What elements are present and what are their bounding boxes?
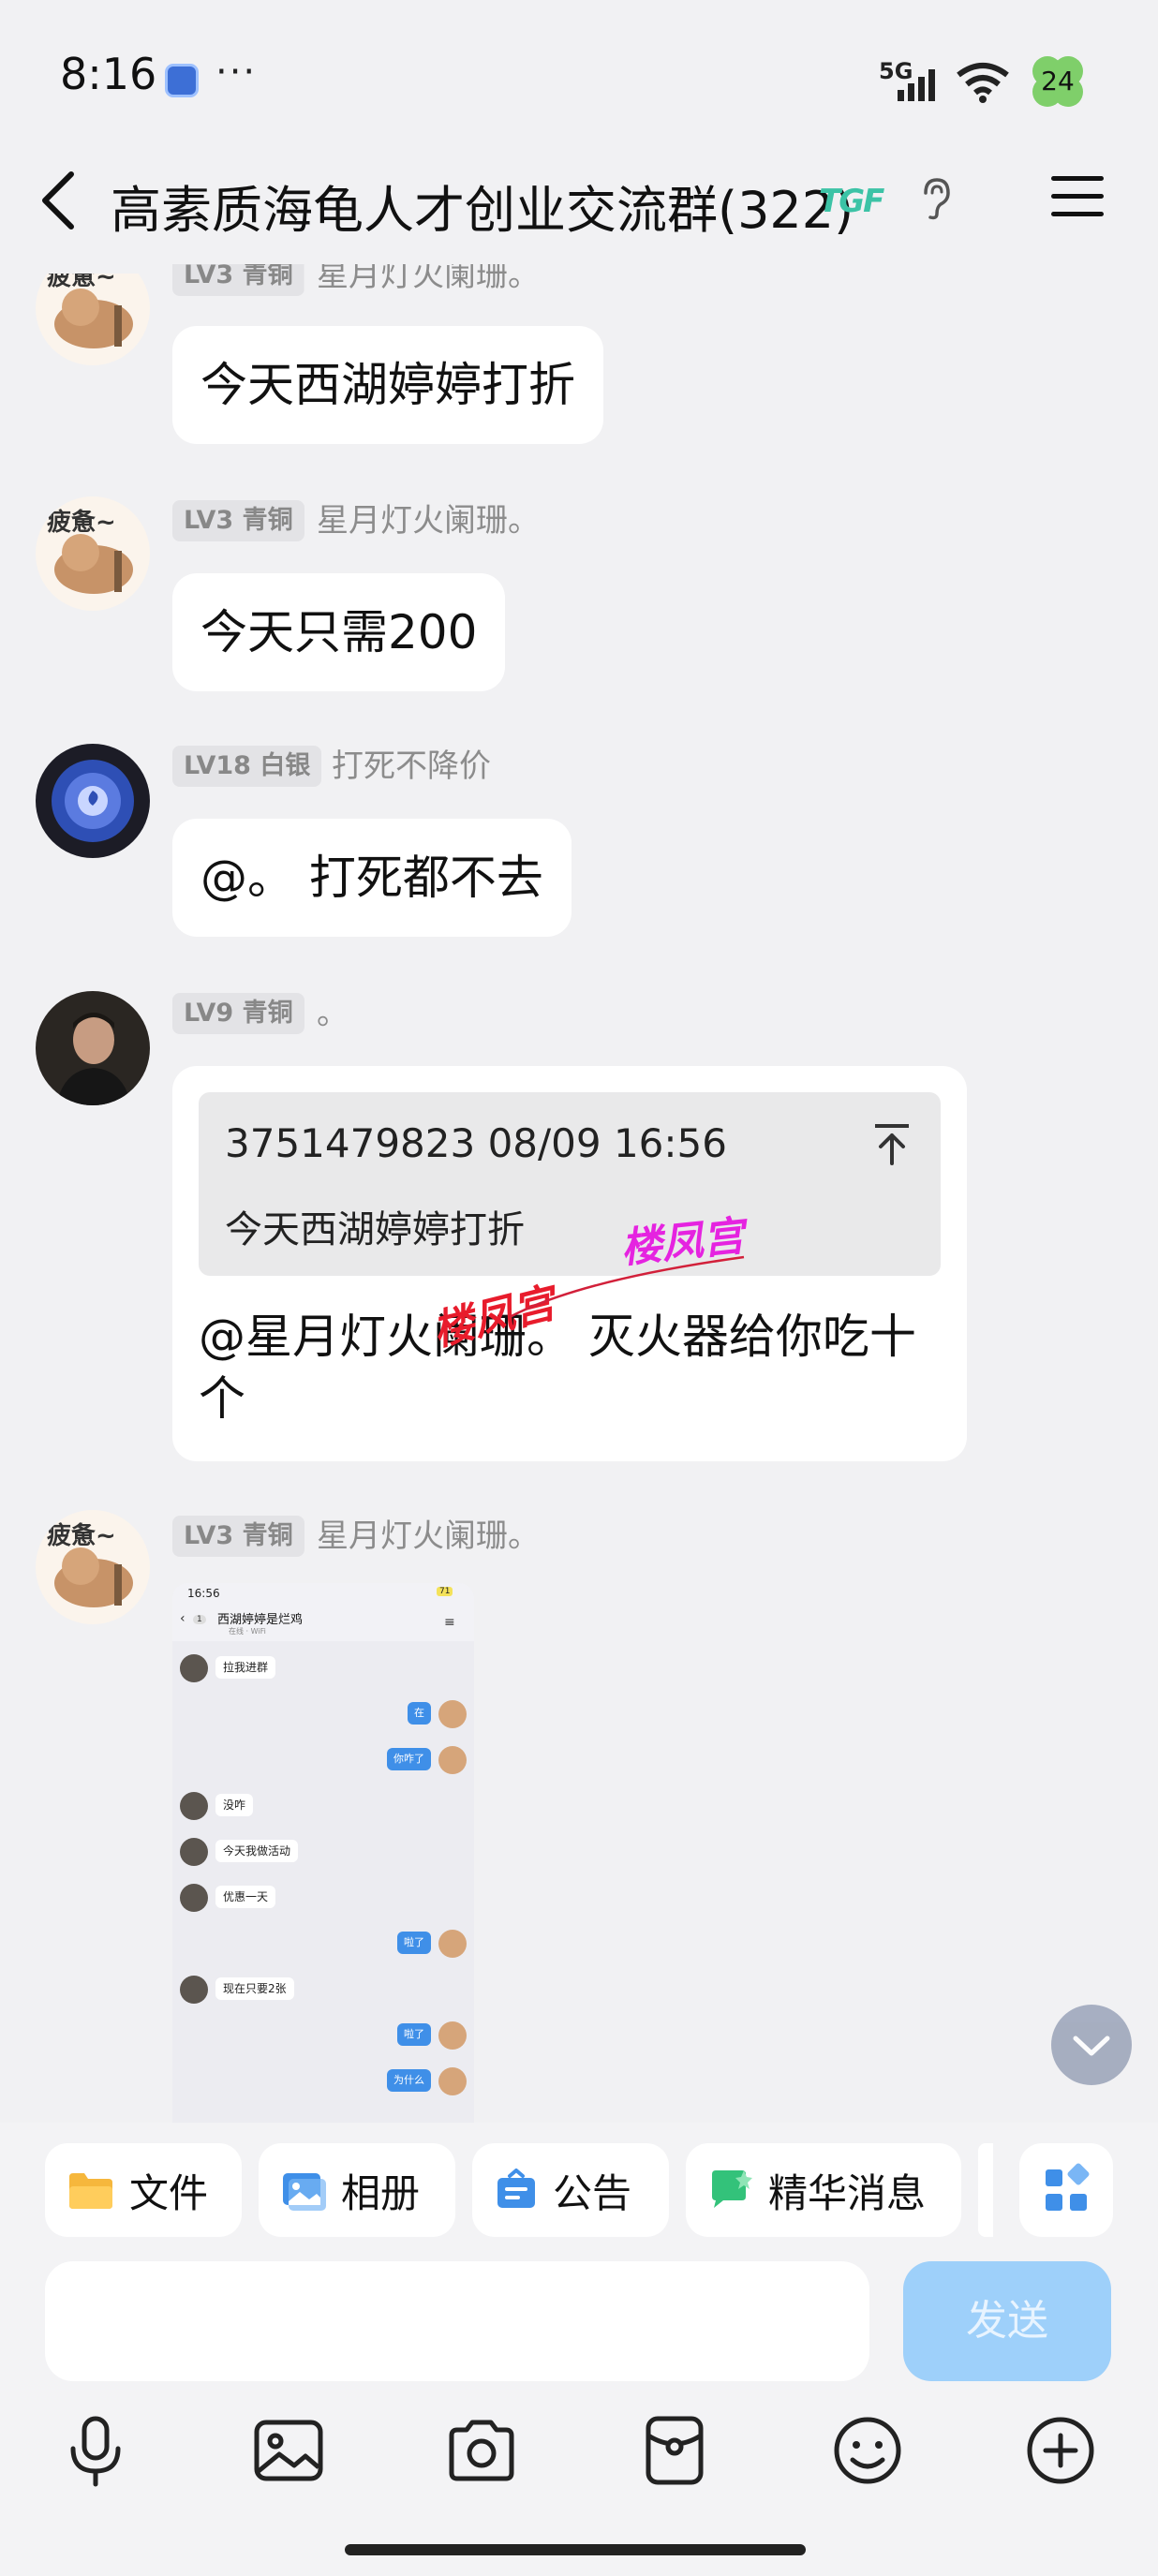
level-badge: LV3 青铜 xyxy=(172,1516,304,1557)
screenshot-message-row: 优惠一天 xyxy=(172,1884,474,1914)
screenshot-battery: 71 xyxy=(437,1587,453,1596)
back-button[interactable] xyxy=(34,169,86,232)
screenshot-message-bubble: 拉我进群 xyxy=(215,1656,276,1679)
microphone-icon[interactable] xyxy=(58,2413,133,2488)
quick-action-label: 相册 xyxy=(341,2169,421,2216)
group-tag-badge[interactable]: TGF xyxy=(819,180,899,223)
quoted-message-meta: 3751479823 08/09 16:56 xyxy=(225,1120,727,1166)
quick-action-label: 精华消息 xyxy=(768,2169,927,2216)
quick-action-announcement[interactable]: 公告 xyxy=(472,2143,669,2237)
send-button[interactable]: 发送 xyxy=(903,2261,1111,2381)
screenshot-message-row: 拉我进群 xyxy=(172,1654,474,1684)
screenshot-avatar xyxy=(180,1654,208,1682)
screenshot-message-row: 现在只要2张 xyxy=(172,1976,474,2006)
jump-to-original-icon[interactable] xyxy=(871,1120,913,1167)
screenshot-message-bubble: 在 xyxy=(408,1702,431,1725)
more-apps-button[interactable] xyxy=(1019,2143,1113,2237)
sender-nickname[interactable]: 打死不降价 xyxy=(332,746,491,787)
screenshot-message-bubble: 现在只要2张 xyxy=(215,1977,294,2000)
group-tag-label: TGF xyxy=(819,183,884,220)
screenshot-avatar xyxy=(438,1746,467,1774)
announcement-icon xyxy=(497,2169,535,2208)
quick-action-label: 文件 xyxy=(129,2169,209,2216)
level-badge: LV9 青铜 xyxy=(172,993,304,1034)
screenshot-avatar xyxy=(180,1884,208,1912)
chevron-down-icon xyxy=(1073,2036,1110,2056)
message-bubble[interactable]: @。 打死都不去 xyxy=(172,819,572,937)
red-packet-icon[interactable] xyxy=(637,2413,712,2488)
screenshot-avatar xyxy=(438,1700,467,1728)
status-time: 8:16 xyxy=(60,49,157,99)
apps-grid-icon xyxy=(1046,2163,1090,2211)
wifi-icon xyxy=(957,63,1009,103)
watermark-line xyxy=(509,1255,745,1319)
screenshot-avatar xyxy=(438,2021,467,2050)
screenshot-message-bubble: 你咋了 xyxy=(387,1748,431,1770)
svg-text:疲惫~: 疲惫~ xyxy=(47,508,116,537)
screenshot-subtitle: 在线 · WiFi xyxy=(229,1627,266,1636)
quick-action-essence[interactable]: 精华消息 xyxy=(686,2143,961,2237)
plus-icon[interactable] xyxy=(1023,2413,1098,2488)
image-icon[interactable] xyxy=(251,2413,326,2488)
message-input[interactable] xyxy=(45,2261,869,2381)
screenshot-avatar xyxy=(438,2067,467,2095)
screenshot-avatar xyxy=(180,1792,208,1820)
message-bubble[interactable]: 今天西湖婷婷打折 xyxy=(172,326,603,444)
level-badge: LV3 青铜 xyxy=(172,500,304,541)
screenshot-message-row: 啦了 xyxy=(172,2021,474,2051)
sender-nickname[interactable]: 星月灯火阑珊。 xyxy=(317,1516,540,1557)
screenshot-message-bubble: 为什么 xyxy=(387,2069,431,2092)
screenshot-message-row: 今天我做活动 xyxy=(172,1838,474,1868)
screenshot-avatar xyxy=(180,1976,208,2004)
signal-icon xyxy=(898,69,935,101)
screenshot-message-row: 你咋了 xyxy=(172,1746,474,1776)
quick-action-partial[interactable] xyxy=(978,2143,993,2237)
screenshot-back-count: 1 xyxy=(193,1615,206,1624)
screenshot-message-row: 没咋 xyxy=(172,1792,474,1822)
screenshot-message-bubble: 啦了 xyxy=(397,1932,431,1954)
screenshot-message-row: 啦了 xyxy=(172,1930,474,1960)
reply-text-line: 个 xyxy=(199,1371,245,1426)
camera-icon[interactable] xyxy=(444,2413,519,2488)
avatar[interactable] xyxy=(36,744,150,858)
menu-icon[interactable] xyxy=(1049,172,1106,221)
svg-text:疲惫~: 疲惫~ xyxy=(47,1521,116,1550)
screenshot-message-row: 为什么 xyxy=(172,2067,474,2097)
screenshot-time: 16:56 xyxy=(187,1587,220,1600)
screenshot-back-icon: ‹ xyxy=(180,1611,186,1626)
quick-action-files[interactable]: 文件 xyxy=(45,2143,242,2237)
battery-clover-icon: 24 xyxy=(1029,52,1087,111)
avatar[interactable]: 疲惫~ xyxy=(36,496,150,611)
group-title[interactable]: 高素质海龟人才创业交流群(322) xyxy=(111,169,854,243)
quick-action-label: 公告 xyxy=(553,2169,632,2216)
screenshot-message-row: 在 xyxy=(172,1700,474,1730)
scroll-to-bottom-button[interactable] xyxy=(1051,2005,1132,2085)
folder-icon xyxy=(69,2173,112,2209)
screenshot-title: 西湖婷婷是烂鸡 xyxy=(217,1613,304,1627)
message-bubble[interactable]: 今天只需200 xyxy=(172,573,506,691)
screenshot-avatar xyxy=(438,1930,467,1958)
screenshot-message-bubble: 优惠一天 xyxy=(215,1886,276,1908)
screenshot-menu-icon: ≡ xyxy=(444,1615,455,1630)
sender-nickname[interactable]: 星月灯火阑珊。 xyxy=(317,500,540,541)
screenshot-message-bubble: 今天我做活动 xyxy=(215,1840,299,1862)
ear-icon[interactable] xyxy=(918,176,954,221)
battery-level: 24 xyxy=(1041,66,1075,96)
screenshot-message-bubble: 没咋 xyxy=(215,1794,254,1816)
quoted-message-text: 今天西湖婷婷打折 xyxy=(225,1208,525,1251)
avatar[interactable] xyxy=(36,991,150,1105)
essence-icon xyxy=(712,2170,752,2208)
app-notification-icon xyxy=(165,64,199,97)
quick-action-album[interactable]: 相册 xyxy=(259,2143,455,2237)
album-icon xyxy=(283,2173,326,2211)
image-message[interactable]: 16:56 71 ‹ 1 西湖婷婷是烂鸡 在线 · WiFi ≡ 拉我进群在你咋… xyxy=(172,1583,474,2123)
home-indicator[interactable] xyxy=(345,2544,806,2555)
screenshot-message-bubble: 啦了 xyxy=(397,2023,431,2046)
screenshot-avatar xyxy=(180,1838,208,1866)
emoji-icon[interactable] xyxy=(830,2413,905,2488)
avatar[interactable]: 疲惫~ xyxy=(36,1510,150,1624)
sender-nickname[interactable]: 。 xyxy=(317,993,349,1034)
more-notifications-icon: ··· xyxy=(215,51,258,94)
level-badge: LV18 白银 xyxy=(172,746,322,787)
